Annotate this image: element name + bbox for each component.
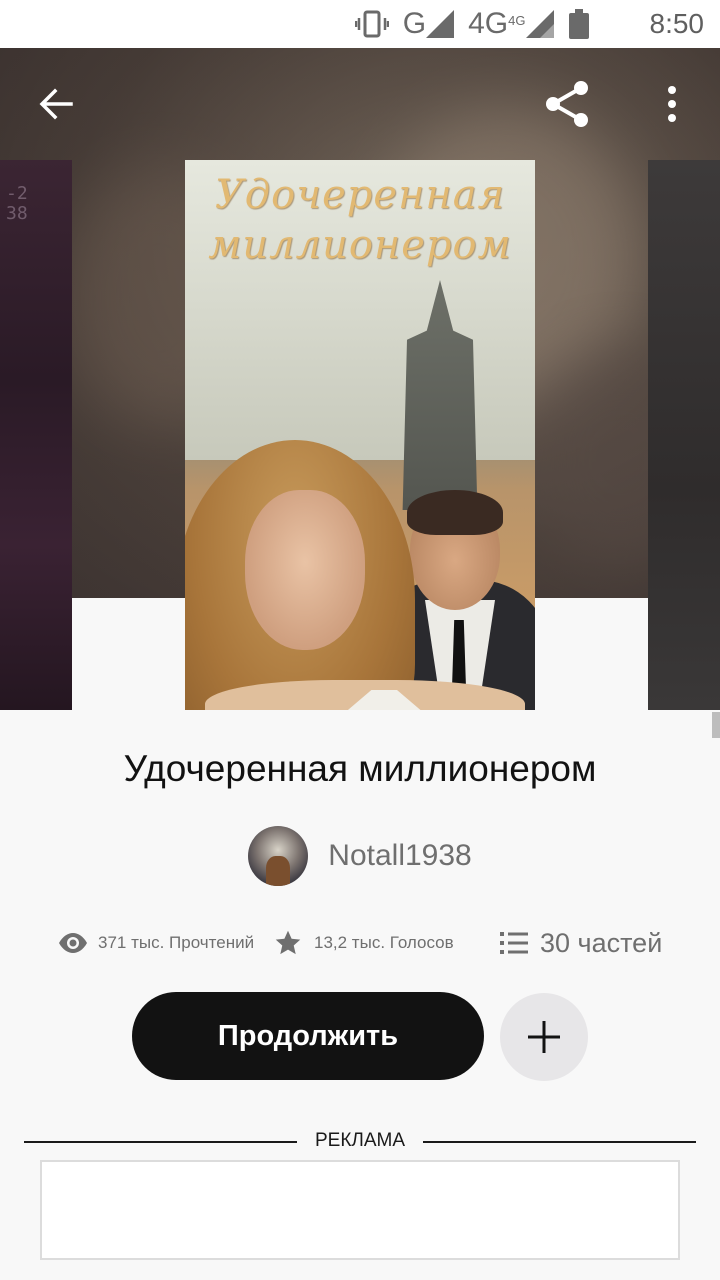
previous-story-cover[interactable]: -2 38 [0, 160, 72, 710]
parts-stat[interactable]: 30 частей [500, 918, 662, 968]
more-vertical-icon [668, 86, 676, 122]
vibrate-icon [354, 9, 389, 39]
star-icon [275, 930, 301, 955]
share-icon [546, 81, 588, 127]
share-button[interactable] [541, 78, 593, 130]
reads-count: 371 тыс. Прочтений [98, 933, 255, 952]
cover-woman-face [245, 490, 365, 650]
arrow-left-icon [39, 88, 73, 120]
clock: 8:50 [649, 8, 705, 39]
network-g-label: G [402, 7, 427, 40]
previous-cover-text: -2 38 [6, 183, 28, 224]
list-icon [500, 932, 528, 954]
back-button[interactable] [30, 78, 82, 130]
scroll-indicator [712, 712, 720, 738]
ad-divider-line-right [423, 1141, 696, 1143]
more-options-button[interactable] [646, 78, 698, 130]
reads-stat: 371 тыс. Прочтений [58, 918, 254, 968]
votes-count: 13,2 тыс. Голосов [314, 933, 454, 952]
ad-banner[interactable] [40, 1160, 680, 1260]
signal-icon [426, 10, 455, 38]
plus-icon [528, 1021, 560, 1053]
signal-4g: 4G 4G [468, 7, 554, 41]
add-to-library-button[interactable] [500, 993, 588, 1081]
signal-g: G [402, 7, 455, 41]
cover-title: Удочеренная миллионером [185, 170, 535, 270]
story-stats: 371 тыс. Прочтений 13,2 тыс. Голосов 30 … [0, 918, 720, 968]
votes-stat: 13,2 тыс. Голосов [274, 918, 454, 968]
story-cover[interactable]: Удочеренная миллионером [185, 160, 535, 710]
status-bar: G 4G 4G 8:50 [0, 0, 720, 48]
continue-reading-button[interactable]: Продолжить [132, 992, 484, 1080]
cover-title-line1: Удочеренная [214, 172, 506, 218]
author-row[interactable]: Notall1938 [0, 826, 720, 886]
eye-icon [59, 933, 87, 953]
parts-count[interactable]: 30 частей [540, 928, 662, 959]
battery-icon [568, 9, 590, 39]
cover-man-hair [407, 490, 503, 535]
signal-icon [525, 10, 554, 38]
network-4g-label: 4G [468, 7, 509, 40]
story-title: Удочеренная миллионером [123, 748, 597, 789]
author-name[interactable]: Notall1938 [328, 839, 471, 873]
next-story-cover[interactable] [648, 160, 720, 710]
cover-title-line2: миллионером [208, 222, 512, 268]
ad-divider: РЕКЛАМА [24, 1128, 696, 1156]
network-4g-small-label: 4G [508, 13, 526, 28]
author-avatar[interactable] [248, 826, 309, 886]
